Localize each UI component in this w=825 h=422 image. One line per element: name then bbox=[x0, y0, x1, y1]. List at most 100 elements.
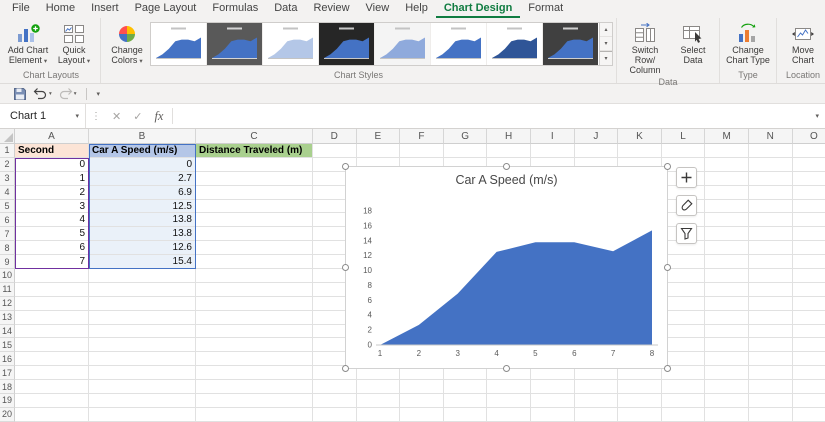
chart-resize-handle[interactable] bbox=[342, 365, 349, 372]
cell-O6[interactable] bbox=[792, 213, 825, 228]
row-header-14[interactable]: 14 bbox=[0, 324, 15, 339]
chart-style-thumb-4[interactable] bbox=[319, 23, 375, 65]
cell-C15[interactable] bbox=[196, 338, 313, 353]
cell-B2[interactable]: 0 bbox=[89, 157, 196, 172]
cell-N6[interactable] bbox=[748, 213, 793, 228]
select-data-button[interactable]: Select Data bbox=[670, 20, 716, 75]
cell-B20[interactable] bbox=[89, 407, 196, 422]
cell-B4[interactable]: 6.9 bbox=[89, 185, 196, 200]
cell-M11[interactable] bbox=[705, 282, 749, 297]
cell-C12[interactable] bbox=[196, 296, 313, 311]
cell-M1[interactable] bbox=[705, 144, 749, 158]
cell-N14[interactable] bbox=[748, 324, 793, 339]
undo-button[interactable]: ▾ bbox=[30, 86, 55, 101]
cell-H20[interactable] bbox=[487, 407, 531, 422]
cell-M10[interactable] bbox=[705, 269, 749, 283]
move-chart-button[interactable]: Move Chart bbox=[780, 20, 825, 68]
cell-O20[interactable] bbox=[792, 407, 825, 422]
cell-A3[interactable]: 1 bbox=[15, 171, 89, 186]
cell-O9[interactable] bbox=[792, 255, 825, 270]
cell-B15[interactable] bbox=[89, 338, 196, 353]
cell-C19[interactable] bbox=[196, 394, 313, 408]
cell-L18[interactable] bbox=[661, 380, 706, 395]
cell-B6[interactable]: 13.8 bbox=[89, 213, 196, 228]
cell-G20[interactable] bbox=[443, 407, 488, 422]
cell-I18[interactable] bbox=[530, 380, 575, 395]
cell-D18[interactable] bbox=[313, 380, 357, 395]
cell-L10[interactable] bbox=[661, 269, 706, 283]
cell-O7[interactable] bbox=[792, 227, 825, 242]
chart-style-thumb-1[interactable] bbox=[151, 23, 207, 65]
cell-A16[interactable] bbox=[15, 352, 89, 367]
menu-tab-home[interactable]: Home bbox=[38, 0, 83, 18]
column-header-C[interactable]: C bbox=[196, 129, 313, 144]
chart-filters-button[interactable] bbox=[676, 223, 697, 244]
cell-D20[interactable] bbox=[313, 407, 357, 422]
cell-C7[interactable] bbox=[196, 227, 313, 242]
cell-C18[interactable] bbox=[196, 380, 313, 395]
cell-A4[interactable]: 2 bbox=[15, 185, 89, 200]
column-header-G[interactable]: G bbox=[443, 129, 488, 144]
cell-L13[interactable] bbox=[661, 310, 706, 325]
row-header-18[interactable]: 18 bbox=[0, 380, 15, 395]
cell-M14[interactable] bbox=[705, 324, 749, 339]
cell-N17[interactable] bbox=[748, 366, 793, 381]
cell-F19[interactable] bbox=[400, 394, 444, 408]
cell-O11[interactable] bbox=[792, 282, 825, 297]
cell-A2[interactable]: 0 bbox=[15, 157, 89, 172]
cell-C16[interactable] bbox=[196, 352, 313, 367]
menu-tab-view[interactable]: View bbox=[358, 0, 398, 18]
menu-tab-insert[interactable]: Insert bbox=[83, 0, 127, 18]
chart-resize-handle[interactable] bbox=[502, 365, 510, 372]
cell-A12[interactable] bbox=[15, 296, 89, 311]
cell-A19[interactable] bbox=[15, 394, 89, 408]
cell-J20[interactable] bbox=[574, 407, 619, 422]
cell-M9[interactable] bbox=[705, 255, 749, 270]
cell-G1[interactable] bbox=[443, 144, 488, 158]
cell-I19[interactable] bbox=[530, 394, 575, 408]
chart-resize-handle[interactable] bbox=[664, 365, 671, 372]
row-header-3[interactable]: 3 bbox=[0, 171, 15, 186]
cell-M13[interactable] bbox=[705, 310, 749, 325]
row-header-6[interactable]: 6 bbox=[0, 213, 15, 228]
cell-A11[interactable] bbox=[15, 282, 89, 297]
cell-B3[interactable]: 2.7 bbox=[89, 171, 196, 186]
cell-E18[interactable] bbox=[356, 380, 401, 395]
cell-N2[interactable] bbox=[748, 157, 793, 172]
name-box-dropdown-icon[interactable]: ▾ bbox=[75, 112, 79, 120]
menu-tab-data[interactable]: Data bbox=[266, 0, 305, 18]
cell-N13[interactable] bbox=[748, 310, 793, 325]
cell-C5[interactable] bbox=[196, 199, 313, 214]
cell-N15[interactable] bbox=[748, 338, 793, 353]
column-header-B[interactable]: B bbox=[89, 129, 196, 144]
cell-C9[interactable] bbox=[196, 255, 313, 270]
cell-F18[interactable] bbox=[400, 380, 444, 395]
cell-M5[interactable] bbox=[705, 199, 749, 214]
cell-L20[interactable] bbox=[661, 407, 706, 422]
cell-L12[interactable] bbox=[661, 296, 706, 311]
cell-O10[interactable] bbox=[792, 269, 825, 283]
cell-B9[interactable]: 15.4 bbox=[89, 255, 196, 270]
row-header-8[interactable]: 8 bbox=[0, 241, 15, 256]
cell-B17[interactable] bbox=[89, 366, 196, 381]
row-header-16[interactable]: 16 bbox=[0, 352, 15, 367]
cell-M7[interactable] bbox=[705, 227, 749, 242]
cell-B5[interactable]: 12.5 bbox=[89, 199, 196, 214]
cell-N4[interactable] bbox=[748, 185, 793, 200]
row-header-20[interactable]: 20 bbox=[0, 407, 15, 422]
menu-tab-file[interactable]: File bbox=[4, 0, 38, 18]
cell-A7[interactable]: 5 bbox=[15, 227, 89, 242]
cell-I20[interactable] bbox=[530, 407, 575, 422]
cell-M15[interactable] bbox=[705, 338, 749, 353]
cell-C11[interactable] bbox=[196, 282, 313, 297]
cell-M6[interactable] bbox=[705, 213, 749, 228]
cell-E1[interactable] bbox=[356, 144, 401, 158]
cell-O13[interactable] bbox=[792, 310, 825, 325]
cell-A6[interactable]: 4 bbox=[15, 213, 89, 228]
cell-N16[interactable] bbox=[748, 352, 793, 367]
cell-O8[interactable] bbox=[792, 241, 825, 256]
menu-tab-page-layout[interactable]: Page Layout bbox=[127, 0, 205, 18]
cell-B11[interactable] bbox=[89, 282, 196, 297]
cell-E19[interactable] bbox=[356, 394, 401, 408]
column-header-J[interactable]: J bbox=[574, 129, 619, 144]
